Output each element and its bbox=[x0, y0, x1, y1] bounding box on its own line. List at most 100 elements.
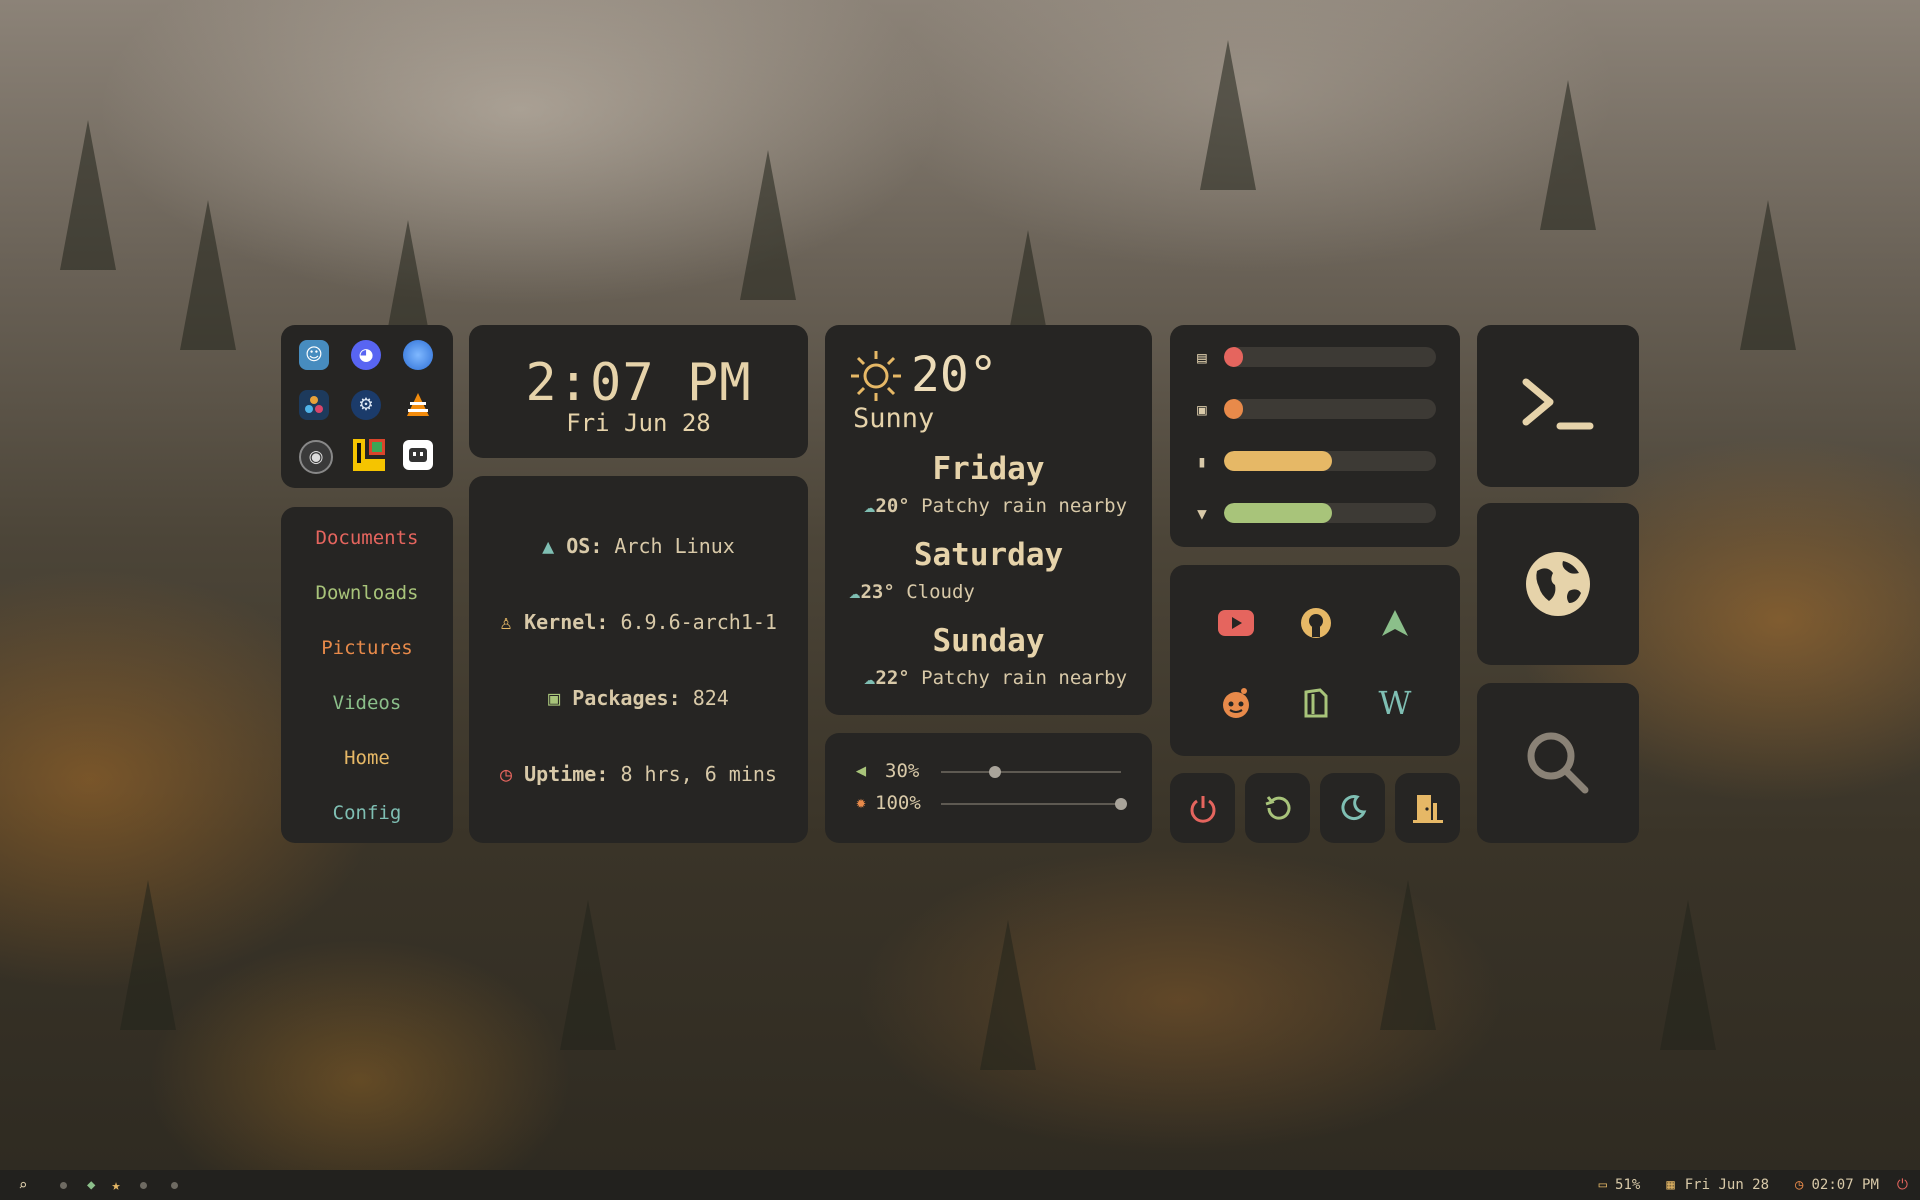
workspace-dot[interactable] bbox=[60, 1181, 67, 1189]
globe-icon bbox=[1477, 503, 1639, 665]
brightness-value: 100% bbox=[875, 792, 921, 814]
folder-documents[interactable]: Documents bbox=[281, 527, 453, 549]
brightness-slider-knob[interactable] bbox=[1115, 798, 1127, 810]
brightness-icon: ✹ bbox=[855, 793, 867, 813]
folder-config[interactable]: Config bbox=[281, 802, 453, 824]
memory-icon: ▤ bbox=[1197, 347, 1207, 367]
forecast-line: ☁20° Patchy rain nearby bbox=[849, 495, 1142, 517]
kernel-label: Kernel: bbox=[524, 610, 609, 634]
bg-tree bbox=[740, 150, 796, 300]
youtube-icon[interactable] bbox=[1216, 603, 1256, 643]
bg-tree bbox=[980, 920, 1036, 1070]
godot-icon[interactable]: ☺ bbox=[299, 340, 329, 370]
obs-icon[interactable]: ◉ bbox=[299, 440, 333, 474]
bg-tree bbox=[180, 200, 236, 350]
folder-downloads[interactable]: Downloads bbox=[281, 582, 453, 604]
forecast-temp: 22° bbox=[875, 667, 910, 689]
clock-date: Fri Jun 28 bbox=[566, 409, 711, 437]
battery-bar bbox=[1224, 451, 1436, 471]
audio-panel: ◀ 30% ✹ 100% bbox=[825, 733, 1152, 843]
sysinfo-panel: ▲ OS: Arch Linux ♙ Kernel: 6.9.6-arch1-1… bbox=[469, 476, 808, 843]
workspace-diamond-icon[interactable]: ◆ bbox=[87, 1177, 95, 1193]
volume-icon: ◀ bbox=[855, 761, 867, 781]
search-icon[interactable]: ⌕ bbox=[14, 1176, 32, 1194]
davinci-resolve-icon[interactable] bbox=[299, 390, 329, 420]
cpu-bar-fill bbox=[1224, 399, 1244, 419]
cpu-bar bbox=[1224, 399, 1436, 419]
sleep-button[interactable] bbox=[1320, 773, 1385, 843]
clock-icon: ◷ bbox=[500, 762, 513, 786]
bg-tree bbox=[1540, 80, 1596, 230]
volume-slider[interactable] bbox=[941, 766, 1121, 778]
cloud-icon: ☁ bbox=[849, 581, 861, 603]
battery-bar-fill bbox=[1224, 451, 1333, 471]
wifi-bar bbox=[1224, 503, 1436, 523]
forecast-cond: Patchy rain nearby bbox=[921, 667, 1128, 689]
forecast-temp: 23° bbox=[860, 581, 895, 603]
packages-value: 824 bbox=[692, 686, 729, 710]
bg-tree bbox=[560, 900, 616, 1050]
search-launcher[interactable] bbox=[1477, 683, 1639, 843]
memory-bar-fill bbox=[1224, 347, 1244, 367]
forecast-line: ☁23° Cloudy bbox=[849, 581, 1142, 603]
taskbar-time: 02:07 PM bbox=[1811, 1177, 1879, 1193]
forecast-cond: Cloudy bbox=[906, 581, 975, 603]
libreoffice-icon[interactable] bbox=[1296, 683, 1336, 723]
arch-linux-icon[interactable] bbox=[1375, 603, 1415, 643]
reddit-icon[interactable] bbox=[1216, 683, 1256, 723]
workspace-star-icon[interactable]: ★ bbox=[111, 1176, 120, 1194]
discord-icon[interactable]: ◕ bbox=[351, 340, 381, 370]
arch-icon: ▲ bbox=[542, 534, 555, 558]
weather-current-cond: Sunny bbox=[853, 403, 935, 434]
rain-cloud-icon: ☁ bbox=[863, 495, 876, 517]
itch-icon[interactable] bbox=[403, 440, 433, 470]
folder-home[interactable]: Home bbox=[281, 747, 453, 769]
terminal-icon bbox=[1477, 325, 1639, 487]
forecast-cond: Patchy rain nearby bbox=[921, 495, 1128, 517]
steam-icon[interactable]: ⚙ bbox=[351, 390, 381, 420]
logout-button[interactable] bbox=[1395, 773, 1460, 843]
restart-button[interactable] bbox=[1245, 773, 1310, 843]
lutris-icon[interactable] bbox=[351, 437, 387, 473]
battery-icon: ▭ bbox=[1598, 1177, 1608, 1193]
forecast-day: Sunday bbox=[932, 623, 1045, 659]
memory-bar bbox=[1224, 347, 1436, 367]
forecast-temp: 20° bbox=[875, 495, 910, 517]
sysinfo-os: ▲ OS: Arch Linux bbox=[469, 534, 808, 558]
clock-icon: ◷ bbox=[1795, 1177, 1804, 1193]
power-row bbox=[1170, 773, 1460, 843]
brightness-slider[interactable] bbox=[941, 798, 1127, 810]
taskbar-date: Fri Jun 28 bbox=[1684, 1177, 1770, 1193]
folder-pictures[interactable]: Pictures bbox=[281, 637, 453, 659]
workspace-dot[interactable] bbox=[140, 1181, 148, 1189]
github-icon[interactable] bbox=[1296, 603, 1336, 643]
wifi-bar-fill bbox=[1224, 503, 1333, 523]
power-button[interactable] bbox=[1170, 773, 1235, 843]
volume-value: 30% bbox=[885, 760, 920, 782]
cpu-icon: ▣ bbox=[1197, 399, 1207, 419]
sysinfo-kernel: ♙ Kernel: 6.9.6-arch1-1 bbox=[469, 610, 808, 634]
tux-icon: ♙ bbox=[500, 610, 513, 634]
wikipedia-icon[interactable]: W bbox=[1375, 683, 1415, 723]
firefox-icon[interactable] bbox=[403, 340, 433, 370]
folder-videos[interactable]: Videos bbox=[281, 692, 453, 714]
terminal-launcher[interactable] bbox=[1477, 325, 1639, 487]
packages-label: Packages: bbox=[572, 686, 681, 710]
browser-launcher[interactable] bbox=[1477, 503, 1639, 665]
calendar-icon: ▦ bbox=[1666, 1177, 1675, 1193]
os-label: OS: bbox=[566, 534, 603, 558]
stats-panel: ▤ ▣ ▮ ▼ bbox=[1170, 325, 1460, 547]
vlc-icon[interactable] bbox=[403, 390, 433, 420]
power-icon[interactable]: ⏻ bbox=[1897, 1177, 1908, 1193]
taskbar: ⌕ ◆ ★ ▭ 51% ▦ Fri Jun 28 ◷ 02:07 PM ⏻ bbox=[0, 1170, 1920, 1200]
bg-tree bbox=[60, 120, 116, 270]
workspace-dot[interactable] bbox=[171, 1181, 179, 1189]
forecast-line: ☁22° Patchy rain nearby bbox=[849, 667, 1142, 689]
volume-slider-knob[interactable] bbox=[989, 766, 1001, 778]
forecast-day: Friday bbox=[932, 451, 1045, 487]
os-value: Arch Linux bbox=[614, 534, 735, 558]
clock-time: 2:07 PM bbox=[525, 353, 752, 413]
wifi-icon: ▼ bbox=[1197, 503, 1207, 523]
weather-panel: 20° Sunny Friday ☁20° Patchy rain nearby… bbox=[825, 325, 1152, 715]
links-panel: W bbox=[1170, 565, 1460, 756]
